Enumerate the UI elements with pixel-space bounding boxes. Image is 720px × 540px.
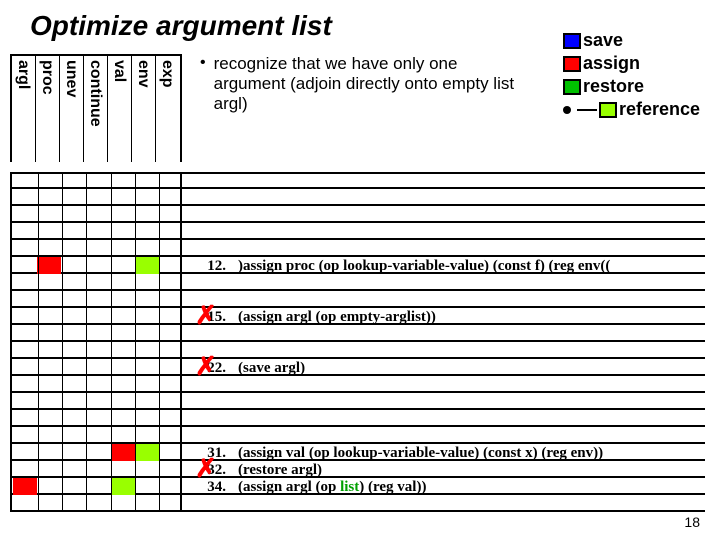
- col-unev: unev: [62, 60, 80, 97]
- instruction-15-text: (assign argl (op empty-arglist)): [238, 309, 436, 326]
- red-box-icon: [563, 56, 581, 72]
- legend-save-label: save: [583, 30, 623, 51]
- instruction-22-text: (save argl): [238, 360, 305, 377]
- cell-proc-red: [37, 257, 61, 274]
- col-val: val: [110, 60, 128, 82]
- legend-restore: restore: [563, 76, 700, 97]
- col-continue: continue: [86, 60, 104, 127]
- legend-save: save: [563, 30, 700, 51]
- col-env: env: [134, 60, 152, 88]
- col-exp: exp: [158, 60, 176, 88]
- cross-15: ✗: [195, 302, 217, 328]
- bullet-point: • recognize that we have only one argume…: [200, 54, 530, 114]
- legend-assign-label: assign: [583, 53, 640, 74]
- instruction-34: 34. (assign argl (op list) (reg val)): [188, 479, 426, 496]
- col-proc: proc: [38, 60, 56, 95]
- list-keyword: list: [340, 479, 359, 495]
- instruction-34-num: 34.: [188, 479, 226, 496]
- cell-val-red: [111, 444, 135, 461]
- legend-reference-label: reference: [619, 99, 700, 120]
- cell-argl-red: [13, 478, 37, 495]
- instruction-12-num: 12.: [188, 258, 226, 275]
- bullet-text: recognize that we have only one argument…: [214, 54, 530, 114]
- cross-32: ✗: [195, 455, 217, 481]
- reference-icon: [563, 106, 597, 114]
- cell-val-yellow: [111, 478, 135, 495]
- legend-assign: assign: [563, 53, 700, 74]
- slide-number: 18: [684, 514, 700, 530]
- cell-env-yellow2: [135, 444, 159, 461]
- instruction-34-text: (assign argl (op list) (reg val)): [238, 479, 426, 496]
- cross-22: ✗: [195, 353, 217, 379]
- yellow-box-icon: [599, 102, 617, 118]
- instruction-31: 31. (assign val (op lookup-variable-valu…: [188, 445, 603, 462]
- legend-restore-label: restore: [583, 76, 644, 97]
- legend-reference: reference: [563, 99, 700, 120]
- legend: save assign restore reference: [563, 30, 700, 122]
- instruction-12: 12. )assign proc (op lookup-variable-val…: [188, 258, 610, 275]
- green-box-icon: [563, 79, 581, 95]
- instruction-15: 15. (assign argl (op empty-arglist)): [188, 309, 436, 326]
- blue-box-icon: [563, 33, 581, 49]
- register-grid: argl proc unev continue val env exp: [10, 54, 182, 162]
- instruction-32-text: (restore argl): [238, 462, 322, 479]
- bullet-icon: •: [200, 54, 206, 114]
- instruction-31-text: (assign val (op lookup-variable-value) (…: [238, 445, 603, 462]
- cell-env-yellow: [135, 257, 159, 274]
- col-argl: argl: [14, 60, 32, 89]
- instruction-12-text: )assign proc (op lookup-variable-value) …: [238, 258, 610, 275]
